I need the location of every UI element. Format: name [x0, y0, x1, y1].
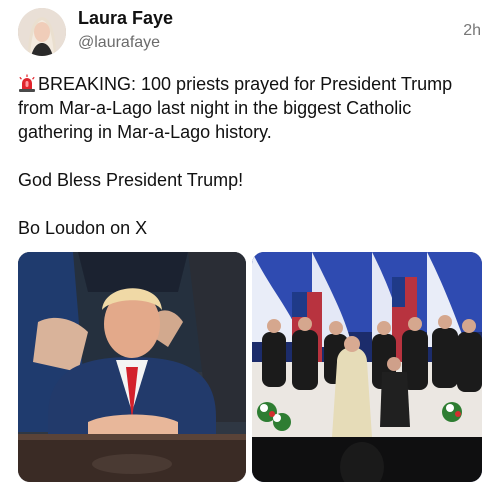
post-timestamp[interactable]: 2h: [463, 22, 481, 40]
avatar-portrait: [18, 8, 66, 56]
siren-icon: [18, 74, 36, 92]
author-avatar[interactable]: [18, 8, 66, 56]
author-name[interactable]: Laura Faye: [78, 8, 173, 29]
post-card[interactable]: Laura Faye @laurafaye 2h BREAKING: 100 p…: [0, 0, 500, 491]
photo-priests-gathering[interactable]: [252, 252, 482, 482]
photo-priests-gathering-image: [252, 252, 482, 482]
photo-prayer-desk[interactable]: [18, 252, 246, 482]
post-text: BREAKING: 100 priests prayed for Preside…: [18, 72, 486, 240]
author-handle[interactable]: @laurafaye: [78, 34, 160, 52]
post-paragraph-blessing: God Bless President Trump!: [18, 170, 244, 190]
photo-prayer-desk-image: [18, 252, 246, 482]
paragraph-text-breaking: BREAKING: 100 priests prayed for Preside…: [18, 74, 453, 142]
post-paragraph-breaking: BREAKING: 100 priests prayed for Preside…: [18, 72, 486, 144]
post-paragraph-source: Bo Loudon on X: [18, 218, 148, 238]
